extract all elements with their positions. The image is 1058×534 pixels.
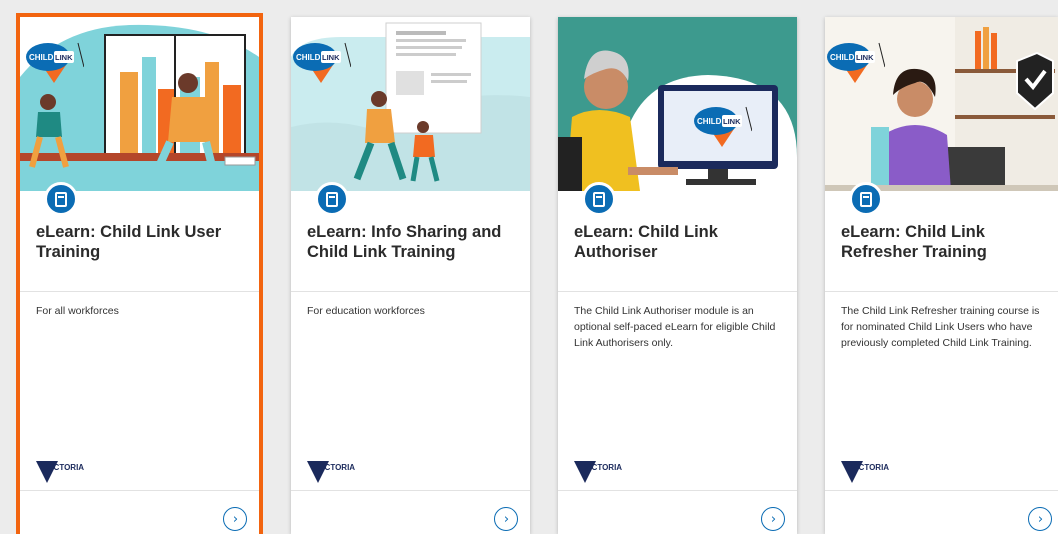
course-card-info-sharing-training[interactable]: CHILD LINK eLearn: Info Sharing and Chil…	[291, 17, 530, 534]
card-description: The Child Link Authoriser module is an o…	[574, 305, 776, 349]
divider	[558, 490, 797, 491]
book-icon	[582, 182, 616, 216]
victoria-logo: VICTORIA	[307, 455, 369, 483]
svg-text:VICTORIA: VICTORIA	[317, 463, 355, 472]
book-icon	[849, 182, 883, 216]
victoria-logo: VICTORIA	[36, 455, 98, 483]
open-course-button[interactable]: ›	[1028, 507, 1052, 531]
course-card-grid: CHILD LINK eLearn: Child Link User Train…	[0, 0, 1058, 534]
chevron-right-icon: ›	[232, 511, 239, 527]
book-icon	[44, 182, 78, 216]
svg-text:CHILD: CHILD	[697, 117, 722, 126]
open-course-button[interactable]: ›	[494, 507, 518, 531]
svg-text:LINK: LINK	[856, 53, 874, 62]
open-course-button[interactable]: ›	[761, 507, 785, 531]
card-illustration	[558, 17, 797, 191]
svg-text:CHILD: CHILD	[830, 53, 855, 62]
svg-text:CHILD: CHILD	[296, 53, 321, 62]
chevron-right-icon: ›	[1037, 511, 1044, 527]
course-card-refresher-training[interactable]: CHILD LINK eLearn: Child Link Refresher …	[825, 17, 1058, 534]
chevron-right-icon: ›	[503, 511, 510, 527]
victoria-logo: VICTORIA	[574, 455, 636, 483]
svg-text:LINK: LINK	[322, 53, 340, 62]
card-title[interactable]: eLearn: Child Link Refresher Training	[841, 222, 1044, 262]
child-link-logo: CHILD LINK	[825, 39, 886, 83]
svg-text:VICTORIA: VICTORIA	[851, 463, 889, 472]
card-title[interactable]: eLearn: Info Sharing and Child Link Trai…	[307, 222, 516, 262]
card-description: The Child Link Refresher training course…	[841, 305, 1040, 349]
divider	[20, 490, 259, 491]
chevron-right-icon: ›	[770, 511, 777, 527]
svg-text:CHILD: CHILD	[29, 53, 54, 62]
svg-text:VICTORIA: VICTORIA	[46, 463, 84, 472]
divider	[291, 291, 530, 292]
divider	[291, 490, 530, 491]
svg-text:LINK: LINK	[723, 117, 741, 126]
course-card-child-link-user-training[interactable]: CHILD LINK eLearn: Child Link User Train…	[16, 13, 263, 534]
card-title[interactable]: eLearn: Child Link Authoriser	[574, 222, 783, 262]
divider	[20, 291, 259, 292]
open-course-button[interactable]: ›	[223, 507, 247, 531]
card-title[interactable]: eLearn: Child Link User Training	[36, 222, 245, 262]
svg-text:LINK: LINK	[55, 53, 73, 62]
card-description: For all workforces	[36, 305, 119, 317]
divider	[825, 291, 1058, 292]
book-icon	[315, 182, 349, 216]
child-link-logo: CHILD LINK	[291, 39, 352, 83]
svg-text:VICTORIA: VICTORIA	[584, 463, 622, 472]
divider	[558, 291, 797, 292]
child-link-logo: CHILD LINK	[692, 103, 753, 147]
card-description: For education workforces	[307, 305, 425, 317]
child-link-logo: CHILD LINK	[24, 39, 85, 83]
course-card-child-link-authoriser[interactable]: CHILD LINK eLearn: Child Link Authoriser…	[558, 17, 797, 534]
divider	[825, 490, 1058, 491]
victoria-logo: VICTORIA	[841, 455, 903, 483]
